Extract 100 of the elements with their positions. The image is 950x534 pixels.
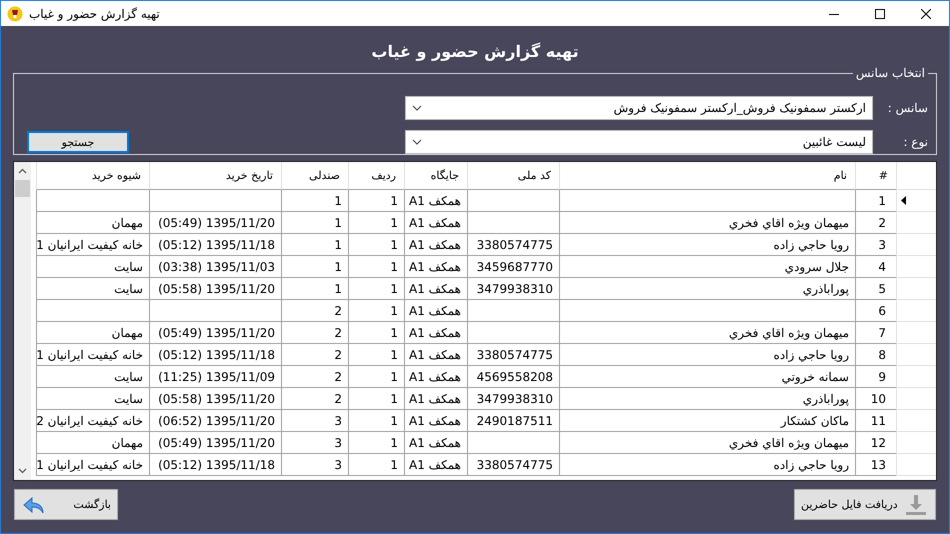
place-cell: همکف A1 (404, 388, 467, 410)
row-cell: 1 (348, 410, 404, 432)
seat-cell: 2 (281, 300, 348, 322)
row-number: 3 (855, 234, 896, 256)
national-code-cell: 3479938310 (467, 278, 559, 300)
scrollbar[interactable] (14, 162, 31, 480)
purchase-method-cell: خانه کیفیت ایرانیان 1 (36, 454, 149, 476)
row-cell: 1 (348, 278, 404, 300)
purchase-method-cell: خانه کیفیت ایرانیان 1 (36, 344, 149, 366)
purchase-date-cell: (05:49) 1395/11/20 (149, 212, 281, 234)
row-number: 5 (855, 278, 896, 300)
maximize-icon (875, 8, 885, 18)
row-cell: 1 (348, 234, 404, 256)
national-code-cell: 3479938310 (467, 388, 559, 410)
row-number: 9 (855, 366, 896, 388)
name-cell: رویا حاجي زاده (559, 234, 855, 256)
purchase-method-cell: مهمان (36, 212, 149, 234)
place-cell: همکف A1 (404, 344, 467, 366)
seat-cell: 2 (281, 366, 348, 388)
purchase-method-cell: سایت (36, 256, 149, 278)
row-selector[interactable] (896, 190, 936, 212)
seat-cell: 2 (281, 388, 348, 410)
scroll-up-icon[interactable] (18, 168, 27, 174)
column-header[interactable]: کد ملی (467, 162, 559, 190)
purchase-date-cell: (06:52) 1395/11/20 (149, 410, 281, 432)
search-button[interactable]: جستجو (27, 131, 129, 153)
download-button[interactable]: دریافت فایل حاضرین (794, 489, 936, 520)
row-number: 2 (855, 212, 896, 234)
place-cell: همکف A1 (404, 432, 467, 454)
purchase-method-cell: مهمان (36, 322, 149, 344)
row-cell: 1 (348, 388, 404, 410)
seat-cell: 3 (281, 432, 348, 454)
group-title: انتخاب سانس (852, 66, 928, 80)
purchase-method-cell: خانه کیفیت ایرانیان 1 (36, 234, 149, 256)
column-header[interactable]: جایگاه (404, 162, 467, 190)
name-cell: ماکان کشتکار (559, 410, 855, 432)
row-number: 4 (855, 256, 896, 278)
column-header[interactable]: تاریخ خرید (149, 162, 281, 190)
name-cell: پوراباذري (559, 278, 855, 300)
name-cell: رویا حاجي زاده (559, 454, 855, 476)
seat-cell: 1 (281, 256, 348, 278)
name-cell: جلال سرودي (559, 256, 855, 278)
row-number: 7 (855, 322, 896, 344)
place-cell: همکف A1 (404, 410, 467, 432)
national-code-cell: 3380574775 (467, 344, 559, 366)
purchase-date-cell: (05:58) 1395/11/20 (149, 388, 281, 410)
row-number: 6 (855, 300, 896, 322)
national-code-cell: 3380574775 (467, 234, 559, 256)
download-icon (903, 492, 929, 516)
purchase-method-cell: سایت (36, 388, 149, 410)
name-cell: پوراباذري (559, 388, 855, 410)
row-cell: 1 (348, 300, 404, 322)
place-cell: همکف A1 (404, 300, 467, 322)
row-number: 12 (855, 432, 896, 454)
row-cell: 1 (348, 366, 404, 388)
chevron-down-icon (412, 139, 422, 145)
seat-cell: 3 (281, 454, 348, 476)
back-button[interactable]: بازگشت (14, 489, 118, 520)
purchase-method-cell: سایت (36, 278, 149, 300)
scroll-down-icon[interactable] (18, 468, 27, 474)
national-code-cell: 4569558208 (467, 366, 559, 388)
column-header[interactable]: نام (559, 162, 855, 190)
seat-cell: 3 (281, 410, 348, 432)
seat-cell: 1 (281, 234, 348, 256)
name-cell: میهمان ویژه اقاي فخري (559, 212, 855, 234)
column-header[interactable]: ردیف (348, 162, 404, 190)
window-title: تهیه گزارش حضور و غیاب (29, 6, 160, 20)
scrollbar-thumb[interactable] (15, 180, 30, 197)
place-cell: همکف A1 (404, 190, 467, 212)
field-label: نوع : (902, 135, 929, 149)
purchase-date-cell: (05:12) 1395/11/18 (149, 234, 281, 256)
row-cell: 1 (348, 322, 404, 344)
purchase-method-cell: خانه کیفیت ایرانیان 2 (36, 410, 149, 432)
close-icon (921, 8, 931, 18)
place-cell: همکف A1 (404, 212, 467, 234)
national-code-cell: 3380574775 (467, 454, 559, 476)
place-cell: همکف A1 (404, 256, 467, 278)
name-cell: سمانه خروتي (559, 366, 855, 388)
app-icon (7, 6, 23, 22)
national-code-cell: 3459687770 (467, 256, 559, 278)
name-cell: میهمان ویژه اقاي فخري (559, 322, 855, 344)
row-cell: 1 (348, 432, 404, 454)
column-header[interactable]: شیوه خرید (36, 162, 149, 190)
purchase-date-cell: (11:25) 1395/11/09 (149, 366, 281, 388)
row-number: 1 (855, 190, 896, 212)
name-cell: رویا حاجي زاده (559, 344, 855, 366)
header-corner (896, 162, 936, 190)
dropdown[interactable]: ارکستر سمفونیک فروش_ارکستر سمفونیک فروش (405, 96, 873, 120)
row-number: 11 (855, 410, 896, 432)
purchase-date-cell: (05:49) 1395/11/20 (149, 322, 281, 344)
dropdown[interactable]: لیست غائبین (405, 130, 873, 154)
row-cell: 1 (348, 454, 404, 476)
place-cell: همکف A1 (404, 454, 467, 476)
column-header[interactable]: # (855, 162, 896, 190)
national-code-cell: 2490187511 (467, 410, 559, 432)
seat-cell: 1 (281, 212, 348, 234)
place-cell: همکف A1 (404, 278, 467, 300)
field-label: سانس : (886, 101, 929, 115)
column-header[interactable]: صندلی (281, 162, 348, 190)
purchase-method-cell: سایت (36, 366, 149, 388)
